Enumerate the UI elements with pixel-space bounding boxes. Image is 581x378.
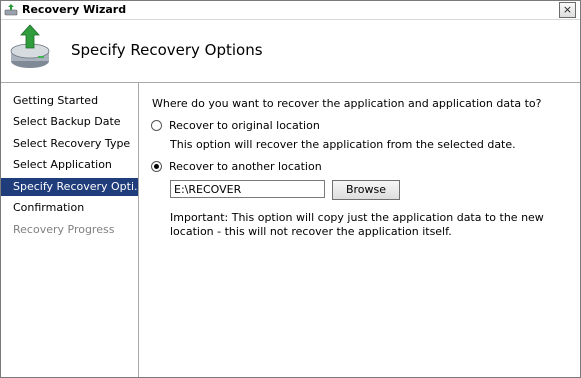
options-panel: Where do you want to recover the applica… bbox=[139, 83, 580, 377]
original-location-description: This option will recover the application… bbox=[170, 138, 516, 151]
step-specify-recovery-options[interactable]: Specify Recovery Opti... bbox=[1, 178, 138, 196]
recovery-disk-icon bbox=[7, 23, 53, 73]
step-select-recovery-type[interactable]: Select Recovery Type bbox=[1, 135, 138, 153]
original-location-label[interactable]: Recover to original location bbox=[169, 119, 320, 132]
close-icon: × bbox=[562, 3, 573, 16]
step-select-application[interactable]: Select Application bbox=[1, 156, 138, 174]
wizard-window: Recovery Wizard × Specify Recovery Optio… bbox=[0, 0, 581, 378]
step-recovery-progress: Recovery Progress bbox=[13, 223, 115, 236]
wizard-steps-sidebar: Getting Started Select Backup Date Selec… bbox=[1, 83, 139, 377]
radio-selected-dot bbox=[154, 164, 159, 169]
window-title: Recovery Wizard bbox=[22, 3, 127, 16]
title-bar: Recovery Wizard × bbox=[1, 1, 580, 20]
page-title: Specify Recovery Options bbox=[71, 41, 263, 59]
recovery-wizard-icon bbox=[4, 3, 18, 17]
recovery-path-input[interactable] bbox=[170, 180, 325, 198]
step-getting-started[interactable]: Getting Started bbox=[1, 92, 138, 110]
radio-original-location[interactable] bbox=[151, 120, 162, 131]
important-note: Important: This option will copy just th… bbox=[170, 211, 544, 238]
another-location-label[interactable]: Recover to another location bbox=[169, 160, 322, 173]
radio-another-location[interactable] bbox=[151, 161, 162, 172]
step-confirmation[interactable]: Confirmation bbox=[1, 199, 138, 217]
page-header: Specify Recovery Options bbox=[1, 20, 580, 83]
recovery-location-question: Where do you want to recover the applica… bbox=[152, 97, 542, 110]
browse-button[interactable]: Browse bbox=[332, 180, 400, 200]
close-button[interactable]: × bbox=[559, 2, 576, 18]
step-select-backup-date[interactable]: Select Backup Date bbox=[1, 113, 138, 131]
